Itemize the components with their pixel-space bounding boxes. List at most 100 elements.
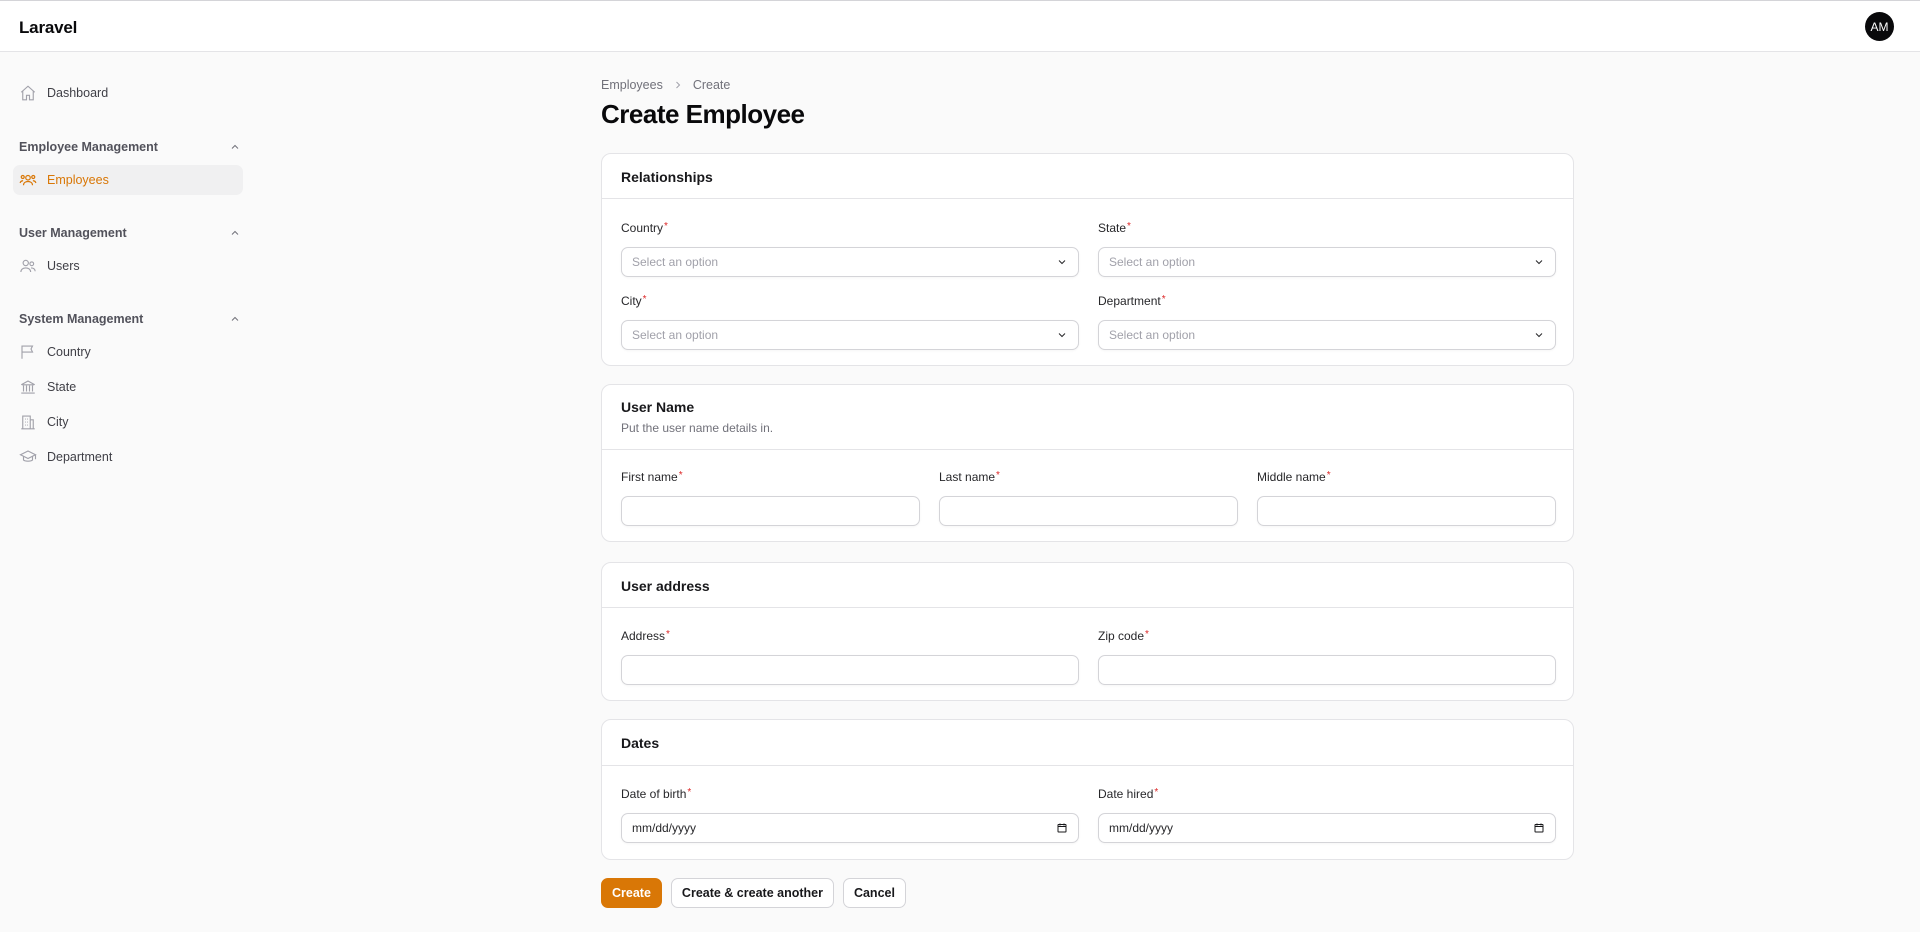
required-marker: * <box>1154 787 1159 798</box>
group-system-management[interactable]: System Management <box>19 312 241 326</box>
brand-logo[interactable]: Laravel <box>19 18 77 38</box>
required-marker: * <box>1145 629 1149 640</box>
required-marker: * <box>666 629 670 640</box>
field-label: Middle name <box>1257 470 1326 484</box>
required-marker: * <box>687 787 692 798</box>
section-title: User Name <box>621 399 695 415</box>
sidebar-item-label: City <box>47 415 69 429</box>
sidebar-item-label: Department <box>47 450 113 464</box>
required-marker: * <box>996 470 1000 481</box>
date-placeholder: mm/dd/yyyy <box>1109 821 1174 835</box>
calendar-icon[interactable] <box>1533 822 1545 834</box>
chevron-up-icon <box>231 230 239 235</box>
sidebar-item-state[interactable]: State <box>13 372 243 402</box>
zip-code-input[interactable] <box>1098 655 1556 685</box>
first-name-field: First name* <box>621 470 920 526</box>
middle-name-field: Middle name* <box>1257 470 1556 526</box>
date-hired-field: Date hired* mm/dd/yyyy <box>1098 787 1556 843</box>
chevron-down-icon <box>1058 260 1066 265</box>
text-input[interactable] <box>1268 504 1545 518</box>
page-title: Create Employee <box>601 99 805 129</box>
section-title: Relationships <box>621 169 713 185</box>
sidebar-item-label: Dashboard <box>47 86 109 100</box>
chevron-up-icon <box>231 316 239 321</box>
create-button[interactable]: Create <box>601 878 662 908</box>
sidebar-item-users[interactable]: Users <box>13 251 243 281</box>
required-marker: * <box>1161 294 1166 305</box>
field-label: Address <box>621 629 666 643</box>
sidebar-item-dashboard[interactable]: Dashboard <box>13 78 243 108</box>
text-input[interactable] <box>632 663 1068 677</box>
text-input[interactable] <box>950 504 1227 518</box>
building-office-icon <box>21 415 35 430</box>
top-bar: Laravel AM <box>0 0 1920 52</box>
department-select[interactable]: Select an option <box>1098 320 1556 350</box>
calendar-icon[interactable] <box>1056 822 1068 834</box>
sidebar-item-department[interactable]: Department <box>13 442 243 472</box>
sidebar-item-city[interactable]: City <box>13 407 243 437</box>
dates-section: Dates Date of birth* mm/dd/yyyy Date hir… <box>601 719 1574 860</box>
date-placeholder: mm/dd/yyyy <box>632 821 697 835</box>
chevron-down-icon <box>1535 333 1543 338</box>
field-label: Zip code <box>1098 629 1145 643</box>
text-input[interactable] <box>632 504 909 518</box>
breadcrumb: Employees Create <box>601 78 730 92</box>
state-field: State* Select an option <box>1098 221 1556 277</box>
create-another-button[interactable]: Create & create another <box>670 878 834 908</box>
country-select[interactable]: Select an option <box>621 247 1079 277</box>
section-description: Put the user name details in. <box>621 421 774 435</box>
city-field: City* Select an option <box>621 294 1079 350</box>
field-label: Last name <box>939 470 996 484</box>
group-label: User Management <box>19 226 127 240</box>
building-library-icon <box>20 380 36 394</box>
field-label: Department <box>1098 294 1161 308</box>
group-employee-management[interactable]: Employee Management <box>19 140 241 154</box>
cancel-button[interactable]: Cancel <box>842 878 906 908</box>
sidebar-item-label: Users <box>47 259 80 273</box>
select-placeholder: Select an option <box>1109 255 1196 269</box>
required-marker: * <box>678 470 683 481</box>
chevron-down-icon <box>1535 260 1543 265</box>
field-label: First name <box>621 470 678 484</box>
group-user-management[interactable]: User Management <box>19 226 241 240</box>
date-of-birth-input[interactable]: mm/dd/yyyy <box>621 813 1079 843</box>
section-title: User address <box>621 578 710 594</box>
address-input[interactable] <box>621 655 1079 685</box>
required-marker: * <box>1127 221 1131 232</box>
breadcrumb-create: Create <box>692 78 731 92</box>
chevron-down-icon <box>1058 333 1066 338</box>
form-actions: Create Create & create another Cancel <box>601 878 906 908</box>
department-field: Department* Select an option <box>1098 294 1556 350</box>
city-select[interactable]: Select an option <box>621 320 1079 350</box>
flag-icon <box>21 345 34 359</box>
last-name-input[interactable] <box>939 496 1238 526</box>
breadcrumb-employees[interactable]: Employees <box>601 78 663 92</box>
country-field: Country* Select an option <box>621 221 1079 277</box>
select-placeholder: Select an option <box>1109 328 1196 342</box>
first-name-input[interactable] <box>621 496 920 526</box>
field-label: Date hired <box>1098 787 1154 801</box>
user-address-section: User address Address* Zip code* <box>601 562 1574 701</box>
field-label: Country <box>621 221 664 235</box>
select-placeholder: Select an option <box>632 328 719 342</box>
middle-name-input[interactable] <box>1257 496 1556 526</box>
sidebar-item-employees[interactable]: Employees <box>13 165 243 195</box>
state-select[interactable]: Select an option <box>1098 247 1556 277</box>
sidebar-item-label: Country <box>47 345 91 359</box>
home-icon <box>20 85 36 101</box>
sidebar-item-label: State <box>47 380 77 394</box>
date-of-birth-field: Date of birth* mm/dd/yyyy <box>621 787 1079 843</box>
relationships-section: Relationships Country* Select an option … <box>601 153 1574 366</box>
text-input[interactable] <box>1109 663 1545 677</box>
sidebar-item-country[interactable]: Country <box>13 337 243 367</box>
required-marker: * <box>642 294 647 305</box>
field-label: Date of birth <box>621 787 687 801</box>
user-avatar[interactable]: AM <box>1865 12 1894 41</box>
users-icon <box>20 259 36 273</box>
group-label: Employee Management <box>19 140 158 154</box>
required-marker: * <box>664 221 668 232</box>
sidebar: Dashboard Employee Management Employees … <box>0 52 250 932</box>
user-name-section: User Name Put the user name details in. … <box>601 384 1574 542</box>
select-placeholder: Select an option <box>632 255 719 269</box>
date-hired-input[interactable]: mm/dd/yyyy <box>1098 813 1556 843</box>
